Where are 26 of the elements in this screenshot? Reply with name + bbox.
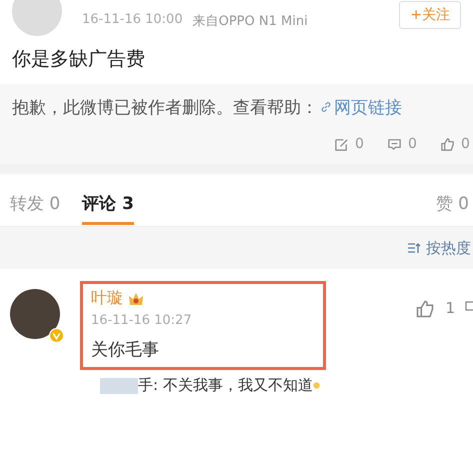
thumbs-up-icon[interactable] <box>415 299 436 319</box>
tab[interactable]: 转发 0 <box>10 176 60 224</box>
link-icon <box>320 101 332 113</box>
action-count: 0 <box>461 136 471 152</box>
crown-icon <box>127 290 145 306</box>
sort-icon <box>407 242 421 254</box>
blurred-name <box>100 378 138 394</box>
like-count: 1 <box>445 299 455 317</box>
sort-button[interactable]: 按热度 <box>407 238 471 258</box>
edit-icon[interactable] <box>334 136 349 152</box>
post-time: 16-11-16 10:00 <box>82 12 183 29</box>
post-text: 你是多缺广告费 <box>12 47 146 72</box>
web-link[interactable]: 网页链接 <box>318 98 402 118</box>
reply-text: 手: 不关我事，我又不知道 <box>138 376 313 395</box>
comment-text: 关你毛事 <box>91 339 160 361</box>
comment-time: 16-11-16 10:27 <box>91 313 193 328</box>
commenter-name[interactable]: 叶璇 <box>91 288 123 309</box>
avatar[interactable] <box>10 289 60 339</box>
comment-icon[interactable] <box>387 136 402 152</box>
follow-button[interactable]: +关注 <box>399 1 461 29</box>
post-source: 来自OPPO N1 Mini <box>192 13 308 30</box>
deleted-notice: 抱歉，此微博已被作者删除。查看帮助： 网页链接 <box>12 97 403 120</box>
action-count: 0 <box>408 136 418 152</box>
thumbs-up-icon[interactable] <box>440 136 455 152</box>
likes-tab[interactable]: 赞 0 <box>436 176 469 224</box>
action-count: 0 <box>355 136 365 152</box>
